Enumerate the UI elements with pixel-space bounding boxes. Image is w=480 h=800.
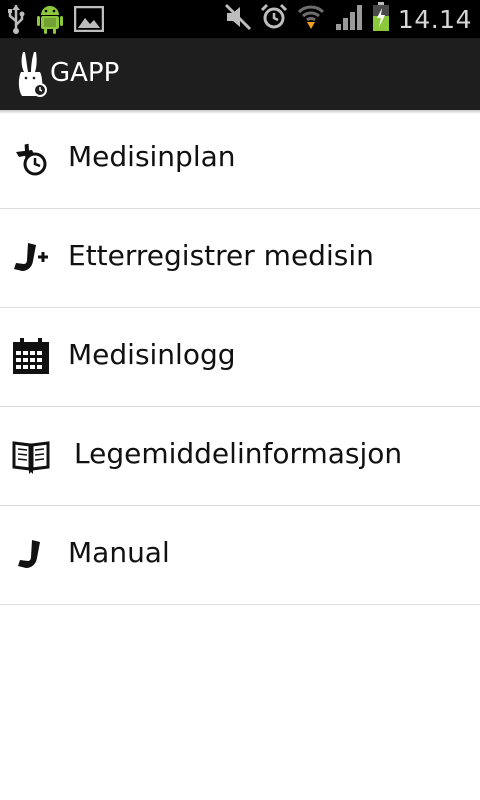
clock: 14.14 [397, 5, 472, 34]
alarm-icon [260, 3, 288, 36]
menu-item-label: Medisinlogg [68, 338, 236, 371]
menu-item-etterregistrer-medisin[interactable]: Etterregistrer medisin [0, 209, 480, 308]
status-bar: 14.14 [0, 0, 480, 38]
signal-icon [334, 2, 364, 37]
gallery-icon [73, 5, 105, 37]
book-icon [12, 437, 50, 475]
menu-item-label: Medisinplan [68, 140, 236, 173]
app-title: GAPP [50, 58, 120, 88]
menu-item-label: Etterregistrer medisin [68, 239, 374, 272]
menu-item-label: Manual [68, 536, 170, 569]
wifi-icon [296, 2, 326, 37]
menu-item-manual[interactable]: Manual [0, 506, 480, 605]
system-icons: 14.14 [224, 2, 472, 37]
menu-item-legemiddelinformasjon[interactable]: Legemiddelinformasjon [0, 407, 480, 506]
action-bar: GAPP [0, 38, 480, 110]
add-medication-icon [12, 239, 50, 277]
menu-item-label: Legemiddelinformasjon [74, 437, 403, 470]
gapp-rabbit-icon[interactable] [16, 50, 48, 98]
main-menu: Medisinplan Etterregistrer medisin Medis… [0, 110, 480, 605]
medication-plan-icon [12, 140, 50, 178]
notification-icons [6, 3, 105, 40]
manual-icon [12, 536, 50, 574]
battery-charging-icon [372, 2, 390, 37]
android-debug-icon [36, 3, 64, 40]
usb-icon [6, 3, 26, 40]
menu-item-medisinplan[interactable]: Medisinplan [0, 110, 480, 209]
menu-item-medisinlogg[interactable]: Medisinlogg [0, 308, 480, 407]
calendar-icon [12, 338, 50, 376]
mute-icon [224, 3, 252, 36]
